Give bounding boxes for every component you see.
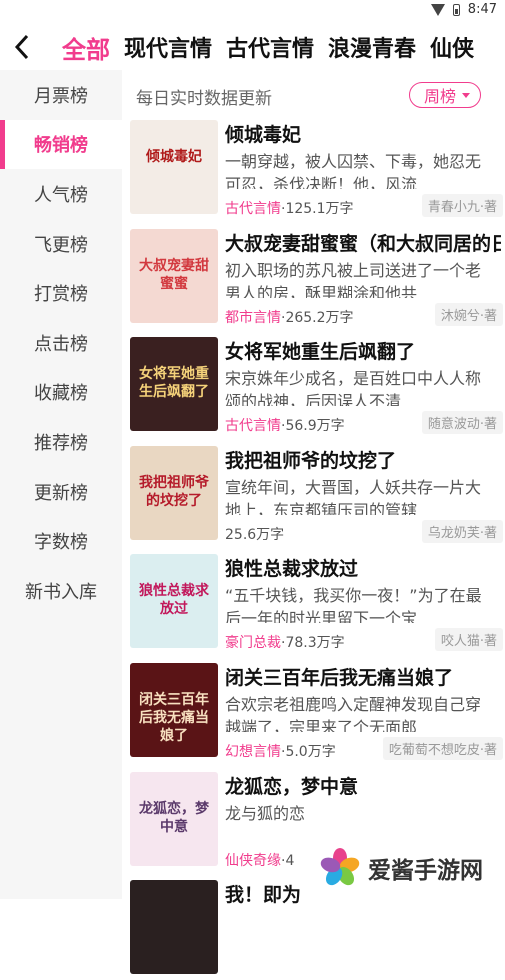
tab-modern-romance[interactable]: 现代言情 xyxy=(124,31,212,63)
tab-ancient-romance[interactable]: 古代言情 xyxy=(226,31,314,63)
book-cover[interactable]: 女将军她重生后飒翻了 xyxy=(130,337,218,432)
book-cover[interactable]: 龙狐恋，梦中意 xyxy=(130,771,218,866)
book-item[interactable]: 闭关三百年后我无痛当娘了 闭关三百年后我无痛当娘了 合欢宗老祖鹿鸣入定醒神发现自己穿… xyxy=(130,663,505,763)
status-bar: 8:47 xyxy=(0,0,505,22)
pinwheel-logo-icon xyxy=(318,846,362,890)
book-title[interactable]: 狼性总裁求放过 xyxy=(225,554,501,581)
book-word-count: ·56.9万字 xyxy=(281,418,345,435)
book-word-count: ·78.3万字 xyxy=(281,635,345,652)
book-item[interactable]: 大叔宠妻甜蜜蜜大叔宠妻甜蜜蜜（和大叔同居的日子） 初入职场的苏凡被上司送进了一个老… xyxy=(130,228,505,329)
back-arrow-icon[interactable] xyxy=(2,24,42,70)
book-item[interactable]: 倾城毒妃 倾城毒妃 一朝穿越，被人囚禁、下毒，她忍无可忍，杀伐决断！他，风流 古代言情… xyxy=(130,120,505,220)
book-item[interactable]: 女将军她重生后飒翻了 女将军她重生后飒翻了 宋京姝年少成名，是百姓口中人人称颂的战神… xyxy=(130,337,505,437)
dropdown-caret-icon xyxy=(462,92,470,98)
book-word-count: 25.6万字 xyxy=(225,526,285,543)
wifi-icon xyxy=(430,3,445,16)
book-cover[interactable]: 狼性总裁求放过 xyxy=(130,554,218,649)
book-author: 乌龙奶芙·著 xyxy=(421,519,503,543)
cover-title: 倾城毒妃 xyxy=(146,149,202,165)
book-cover[interactable]: 倾城毒妃 xyxy=(130,120,218,214)
book-meta: 仙侠奇缘·4 xyxy=(225,850,294,870)
battery-icon xyxy=(452,3,460,16)
book-genre: 都市言情 xyxy=(225,309,281,326)
book-author: 吃葡萄不想吃皮·著 xyxy=(382,737,503,760)
book-genre: 古代言情 xyxy=(225,201,281,217)
ranking-list: 每日实时数据更新 周榜 倾城毒妃 倾城毒妃 一朝穿越，被人囚禁、下毒，她忍无可忍，杀… xyxy=(122,70,505,975)
cover-title: 龙狐恋，梦中意 xyxy=(139,800,209,835)
sidebar-item-fast-update[interactable]: 飞更榜 xyxy=(0,219,122,269)
period-dropdown[interactable]: 周榜 xyxy=(408,82,481,108)
book-description xyxy=(225,910,487,949)
ranking-sidebar: 月票榜 畅销榜 人气榜 飞更榜 打赏榜 点击榜 收藏榜 推荐榜 更新榜 字数榜 … xyxy=(0,70,122,899)
book-meta: 幻想言情·5.0万字 xyxy=(225,741,336,761)
book-genre: 豪门总裁 xyxy=(225,635,281,652)
cover-title: 大叔宠妻甜蜜蜜 xyxy=(139,257,209,292)
book-meta: 豪门总裁·78.3万字 xyxy=(225,632,345,652)
book-cover[interactable]: 闭关三百年后我无痛当娘了 xyxy=(130,663,218,757)
book-item[interactable]: 我！即为 xyxy=(130,880,505,980)
book-author: 沐婉兮·著 xyxy=(434,302,503,326)
book-word-count: ·5.0万字 xyxy=(281,744,336,760)
period-label: 周榜 xyxy=(423,87,456,106)
book-word-count: ·125.1万字 xyxy=(281,201,354,217)
book-genre: 仙侠奇缘 xyxy=(225,852,281,869)
book-description: 初入职场的苏凡被上司送进了一个老男人的房，酥里糊涂和他共 xyxy=(225,260,482,298)
book-title[interactable]: 龙狐恋，梦中意 xyxy=(225,772,501,799)
book-title[interactable]: 倾城毒妃 xyxy=(225,120,501,147)
book-description: 合欢宗老祖鹿鸣入定醒神发现自己穿越端了，宗里来了个无面郎 xyxy=(225,695,482,732)
sidebar-item-monthly-ticket[interactable]: 月票榜 xyxy=(0,70,122,120)
cover-title: 狼性总裁求放过 xyxy=(139,583,209,618)
book-cover[interactable] xyxy=(130,880,218,975)
cover-title: 闭关三百年后我无痛当娘了 xyxy=(139,692,209,744)
book-item[interactable]: 狼性总裁求放过 狼性总裁求放过 “五千块钱，我买你一夜！”为了在最后一年的时光里留下… xyxy=(130,554,505,654)
status-time: 8:47 xyxy=(467,2,497,17)
book-item[interactable]: 我把祖师爷的坟挖了 我把祖师爷的坟挖了 宣统年间，大晋国，人妖共存一片大地上，东京都… xyxy=(130,445,505,546)
tab-xianxia[interactable]: 仙侠 xyxy=(430,31,474,63)
book-description: 宋京姝年少成名，是百姓口中人人称颂的战神，后因误人不清 xyxy=(225,369,482,407)
watermark: 爱酱手游网 xyxy=(318,846,483,890)
book-title[interactable]: 女将军她重生后飒翻了 xyxy=(225,337,501,364)
book-description: 龙与狐的恋 xyxy=(225,803,306,823)
book-description: 宣统年间，大晋国，人妖共存一片大地上，东京都镇压司的管辖 xyxy=(225,477,482,515)
sidebar-item-bestseller[interactable]: 畅销榜 xyxy=(0,119,122,170)
book-meta: 古代言情·125.1万字 xyxy=(225,198,354,218)
book-meta: 25.6万字 xyxy=(225,524,284,544)
book-title[interactable]: 大叔宠妻甜蜜蜜（和大叔同居的日子） xyxy=(225,229,501,256)
book-meta: 古代言情·56.9万字 xyxy=(225,415,345,435)
sidebar-item-popularity[interactable]: 人气榜 xyxy=(0,169,122,219)
sidebar-item-tip[interactable]: 打赏榜 xyxy=(0,268,122,318)
watermark-text: 爱酱手游网 xyxy=(368,858,483,884)
sidebar-item-word-count[interactable]: 字数榜 xyxy=(0,516,122,566)
book-description: “五千块钱，我买你一夜！”为了在最后一年的时光里留下一个宝 xyxy=(225,586,482,624)
book-word-count: ·265.2万字 xyxy=(281,309,354,326)
book-description: 一朝穿越，被人囚禁、下毒，她忍无可忍，杀伐决断！他，风流 xyxy=(225,152,482,189)
book-author: 青春小九·著 xyxy=(421,194,503,217)
book-title[interactable]: 我把祖师爷的坟挖了 xyxy=(225,446,501,473)
category-nav: 全部 现代言情 古代言情 浪漫青春 仙侠 xyxy=(0,24,505,70)
update-note: 每日实时数据更新 xyxy=(136,89,272,109)
sidebar-item-recommend[interactable]: 推荐榜 xyxy=(0,417,122,467)
sidebar-item-new-books[interactable]: 新书入库 xyxy=(0,566,122,616)
sidebar-item-favorites[interactable]: 收藏榜 xyxy=(0,368,122,418)
cover-title: 我把祖师爷的坟挖了 xyxy=(139,474,209,509)
book-author: 随意波动·著 xyxy=(421,411,503,435)
tab-all[interactable]: 全部 xyxy=(62,30,110,65)
book-title[interactable]: 闭关三百年后我无痛当娘了 xyxy=(225,663,501,690)
tab-youth-romance[interactable]: 浪漫青春 xyxy=(328,31,416,63)
book-word-count: ·4 xyxy=(281,852,295,869)
book-meta: 都市言情·265.2万字 xyxy=(225,307,354,327)
sidebar-item-updates[interactable]: 更新榜 xyxy=(0,467,122,517)
book-author: 咬人猫·著 xyxy=(434,628,503,652)
book-genre: 古代言情 xyxy=(225,418,281,435)
book-genre: 幻想言情 xyxy=(225,744,281,760)
book-cover[interactable]: 我把祖师爷的坟挖了 xyxy=(130,445,218,540)
cover-title: 女将军她重生后飒翻了 xyxy=(139,366,209,401)
book-cover[interactable]: 大叔宠妻甜蜜蜜 xyxy=(130,228,218,323)
sidebar-item-clicks[interactable]: 点击榜 xyxy=(0,318,122,368)
